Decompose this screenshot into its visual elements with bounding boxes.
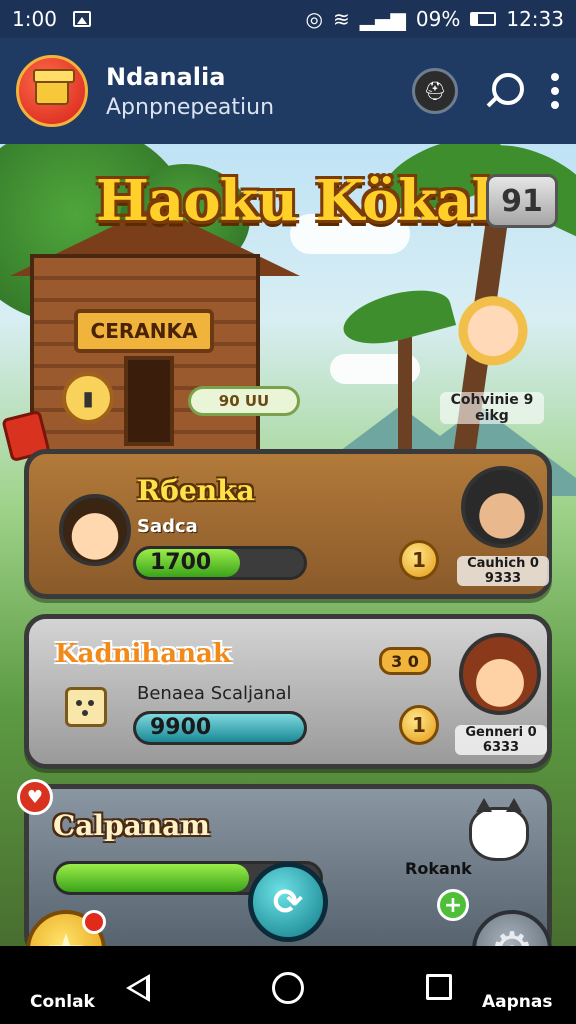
- scene-pill-tag[interactable]: 90 UU: [188, 386, 300, 416]
- progress-bar: 1700: [133, 546, 307, 580]
- coin-icon[interactable]: 1: [399, 705, 439, 745]
- quest-card-2[interactable]: Kadnihanak Benaea Scaljanal 9900 3 0 1 G…: [24, 614, 552, 769]
- boy-avatar: [59, 494, 131, 566]
- house-sign: CERANKA: [74, 309, 214, 353]
- coin-icon[interactable]: 1: [399, 540, 439, 580]
- notification-dot: [82, 910, 106, 934]
- card-title: Calpanam: [53, 809, 210, 842]
- image-notification-icon: [72, 11, 91, 27]
- add-button[interactable]: +: [437, 889, 469, 921]
- progress-bar-fill: [56, 864, 249, 892]
- battery-icon: [470, 12, 497, 26]
- house-door[interactable]: [124, 356, 174, 446]
- card-subtitle: Benaea Scaljanal: [137, 683, 292, 704]
- npc-character-icon[interactable]: [448, 294, 538, 386]
- alarm-icon: ◎: [305, 7, 323, 31]
- system-nav-bar: Conlak Aapnas: [0, 946, 576, 1024]
- npc-top-label: Cohvinie 9 eikg: [440, 392, 544, 424]
- more-options-icon[interactable]: [550, 73, 560, 109]
- progress-value: 1700: [150, 550, 212, 575]
- card-side-label: Rokank: [405, 859, 472, 878]
- card-title: Rбenka: [137, 474, 255, 507]
- app-titles: Ndanalia Apnpnepeatiun: [106, 63, 274, 120]
- helmet-badge-icon[interactable]: ⛑: [412, 68, 458, 114]
- quest-card-1[interactable]: Rбenka Sadca 1700 1 Cauhich 0 9333: [24, 449, 552, 599]
- card-title: Kadnihanak: [55, 639, 231, 669]
- home-icon[interactable]: [272, 972, 304, 1004]
- reward-pill[interactable]: 3 0: [379, 647, 431, 675]
- npc-label: Genneri 0 6333: [455, 725, 547, 755]
- game-title: Haoku Kökak: [96, 168, 510, 234]
- wifi-icon: ≋: [332, 7, 350, 31]
- level-badge[interactable]: 91: [486, 174, 558, 228]
- search-icon[interactable]: [484, 71, 524, 111]
- npc-label: Cauhich 0 9333: [457, 556, 549, 586]
- signal-icon: ▂▄▆: [359, 7, 406, 31]
- app-logo-chest-icon[interactable]: [16, 55, 88, 127]
- recent-apps-icon[interactable]: [426, 974, 452, 1000]
- cat-icon: [469, 798, 529, 861]
- progress-bar: 9900: [133, 711, 307, 745]
- bottom-right-label: Aapnas: [482, 992, 553, 1012]
- dice-icon: [65, 687, 107, 727]
- card-subtitle: Sadca: [137, 516, 198, 537]
- app-title: Ndanalia: [106, 62, 226, 91]
- status-time-left: 1:00: [12, 7, 57, 31]
- bottom-left-label: Conlak: [30, 992, 95, 1012]
- app-bar: Ndanalia Apnpnepeatiun ⛑: [0, 38, 576, 144]
- refresh-button[interactable]: ⟳: [248, 862, 328, 942]
- notice-badge-icon[interactable]: ▮: [62, 372, 114, 424]
- game-scene[interactable]: CERANKA ▮ 90 UU Haoku Kökak 91 Cohvinie …: [0, 144, 576, 946]
- app-subtitle: Apnpnepeatiun: [106, 94, 275, 120]
- heart-icon[interactable]: ♥: [17, 779, 53, 815]
- palm-leaf: [337, 280, 457, 354]
- status-bar: 1:00 ◎ ≋ ▂▄▆ 09% 12:33: [0, 0, 576, 38]
- battery-percent: 09%: [415, 7, 461, 31]
- progress-value: 9900: [150, 715, 212, 740]
- bearded-man-avatar[interactable]: [461, 466, 543, 548]
- back-icon[interactable]: [126, 974, 150, 1002]
- status-time-right: 12:33: [506, 7, 564, 31]
- boy-avatar-2[interactable]: [459, 633, 541, 715]
